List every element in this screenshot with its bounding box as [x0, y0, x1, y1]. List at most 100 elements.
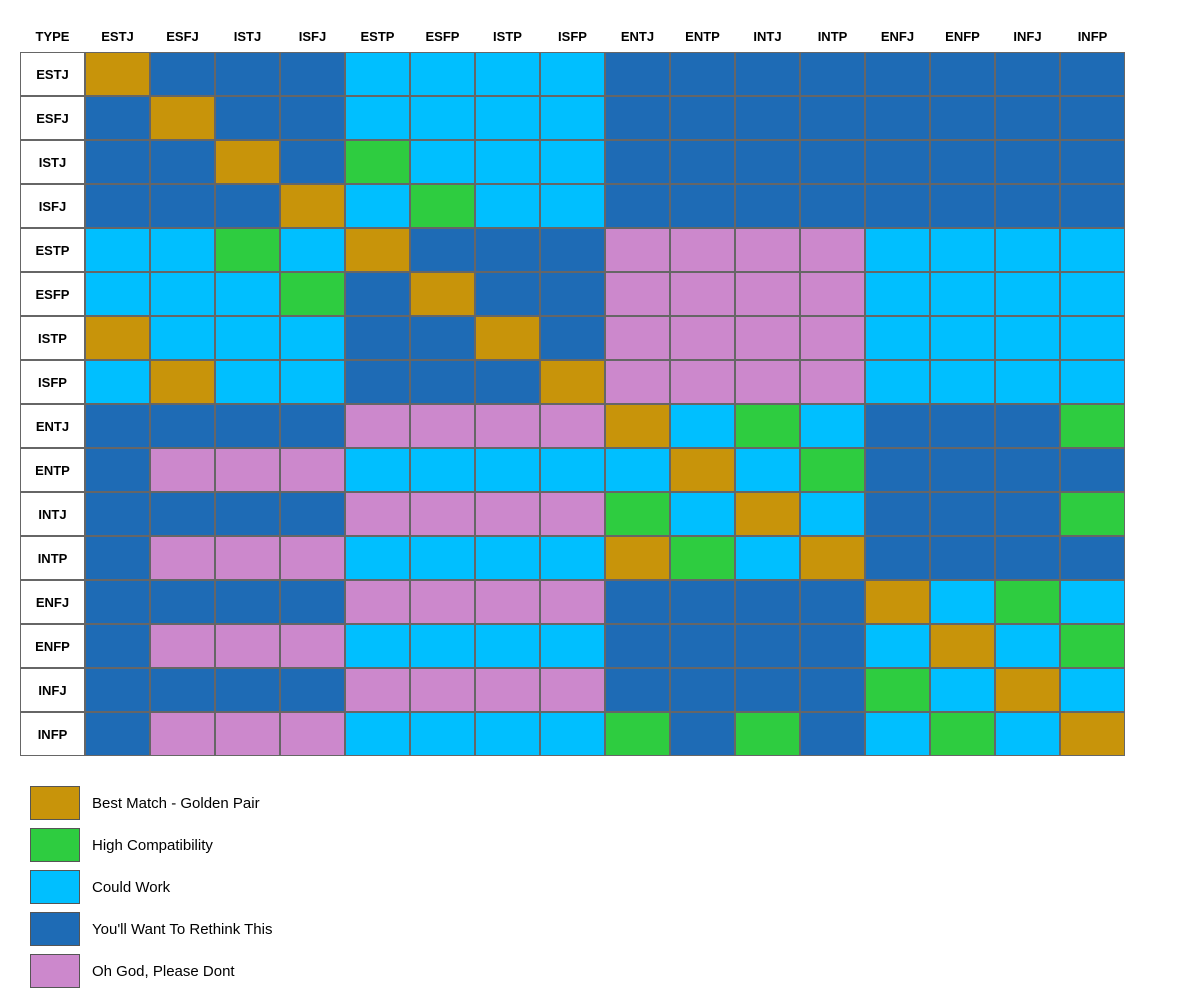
cell-estj-infj [995, 52, 1060, 96]
cell-isfp-entp [670, 360, 735, 404]
cell-istp-enfj [865, 316, 930, 360]
cell-estj-isfj [280, 52, 345, 96]
cell-estp-infp [1060, 228, 1125, 272]
cell-istp-istj [215, 316, 280, 360]
legend-item: High Compatibility [30, 828, 272, 862]
col-header-istj: ISTJ [215, 20, 280, 52]
cell-esfj-infp [1060, 96, 1125, 140]
cell-estj-estj [85, 52, 150, 96]
legend-label-text: Oh God, Please Dont [92, 963, 235, 980]
cell-infj-esfj [150, 668, 215, 712]
cell-infj-estp [345, 668, 410, 712]
col-header-infp: INFP [1060, 20, 1125, 52]
cell-istj-infp [1060, 140, 1125, 184]
cell-isfj-istj [215, 184, 280, 228]
cell-isfj-isfj [280, 184, 345, 228]
cell-esfj-istj [215, 96, 280, 140]
cell-isfp-esfp [410, 360, 475, 404]
cell-isfj-estp [345, 184, 410, 228]
cell-estp-entj [605, 228, 670, 272]
cell-isfj-infp [1060, 184, 1125, 228]
cell-istj-entj [605, 140, 670, 184]
cell-estj-intj [735, 52, 800, 96]
grid-row-estj: ESTJ [20, 52, 1125, 96]
cell-entp-entp [670, 448, 735, 492]
grid-row-enfp: ENFP [20, 624, 1125, 668]
cell-infj-isfp [540, 668, 605, 712]
cell-infp-istp [475, 712, 540, 756]
cell-entj-estp [345, 404, 410, 448]
cell-isfp-infp [1060, 360, 1125, 404]
cell-istp-enfp [930, 316, 995, 360]
row-label-istj: ISTJ [20, 140, 85, 184]
cell-isfj-isfp [540, 184, 605, 228]
cell-intp-estj [85, 536, 150, 580]
cell-esfj-esfp [410, 96, 475, 140]
cell-intj-istp [475, 492, 540, 536]
cell-estp-enfj [865, 228, 930, 272]
cell-istj-intj [735, 140, 800, 184]
cell-intj-esfj [150, 492, 215, 536]
col-header-entp: ENTP [670, 20, 735, 52]
cell-entp-entj [605, 448, 670, 492]
cell-intj-estj [85, 492, 150, 536]
row-label-estj: ESTJ [20, 52, 85, 96]
cell-infp-entp [670, 712, 735, 756]
cell-enfp-isfj [280, 624, 345, 668]
cell-estj-entj [605, 52, 670, 96]
cell-intj-estp [345, 492, 410, 536]
row-label-esfj: ESFJ [20, 96, 85, 140]
cell-intj-isfp [540, 492, 605, 536]
cell-esfj-entj [605, 96, 670, 140]
cell-intp-entj [605, 536, 670, 580]
cell-intp-esfj [150, 536, 215, 580]
legend-label-text: Could Work [92, 879, 170, 896]
col-header-esfj: ESFJ [150, 20, 215, 52]
grid-row-infp: INFP [20, 712, 1125, 756]
cell-infj-istp [475, 668, 540, 712]
cell-entj-entj [605, 404, 670, 448]
cell-estj-intp [800, 52, 865, 96]
cell-intp-isfj [280, 536, 345, 580]
legend-item: You'll Want To Rethink This [30, 912, 272, 946]
cell-infj-infj [995, 668, 1060, 712]
cell-infj-entp [670, 668, 735, 712]
cell-entj-enfj [865, 404, 930, 448]
cell-infp-esfj [150, 712, 215, 756]
row-label-enfp: ENFP [20, 624, 85, 668]
cell-infj-enfj [865, 668, 930, 712]
cell-esfp-isfj [280, 272, 345, 316]
cell-isfp-esfj [150, 360, 215, 404]
cell-intp-infp [1060, 536, 1125, 580]
cell-infp-intj [735, 712, 800, 756]
cell-istj-enfj [865, 140, 930, 184]
cell-isfp-enfj [865, 360, 930, 404]
cell-istp-estj [85, 316, 150, 360]
cell-entp-esfp [410, 448, 475, 492]
cell-esfp-enfp [930, 272, 995, 316]
row-label-esfp: ESFP [20, 272, 85, 316]
cell-intp-isfp [540, 536, 605, 580]
cell-entj-entp [670, 404, 735, 448]
cell-entp-infj [995, 448, 1060, 492]
cell-enfp-intj [735, 624, 800, 668]
cell-entj-esfj [150, 404, 215, 448]
cell-istj-istj [215, 140, 280, 184]
cell-intj-isfj [280, 492, 345, 536]
cell-intp-entp [670, 536, 735, 580]
chart-container: TYPE ESTJESFJISTJISFJESTPESFPISTPISFPENT… [20, 20, 1180, 988]
cell-enfp-esfj [150, 624, 215, 668]
cell-istj-estj [85, 140, 150, 184]
cell-intj-infp [1060, 492, 1125, 536]
cell-entp-estj [85, 448, 150, 492]
cell-infj-istj [215, 668, 280, 712]
cell-enfj-isfj [280, 580, 345, 624]
grid-row-entp: ENTP [20, 448, 1125, 492]
cell-isfp-entj [605, 360, 670, 404]
col-header-estj: ESTJ [85, 20, 150, 52]
cell-intp-esfp [410, 536, 475, 580]
cell-enfp-enfj [865, 624, 930, 668]
cell-istj-esfp [410, 140, 475, 184]
cell-intj-enfp [930, 492, 995, 536]
cell-isfp-isfp [540, 360, 605, 404]
